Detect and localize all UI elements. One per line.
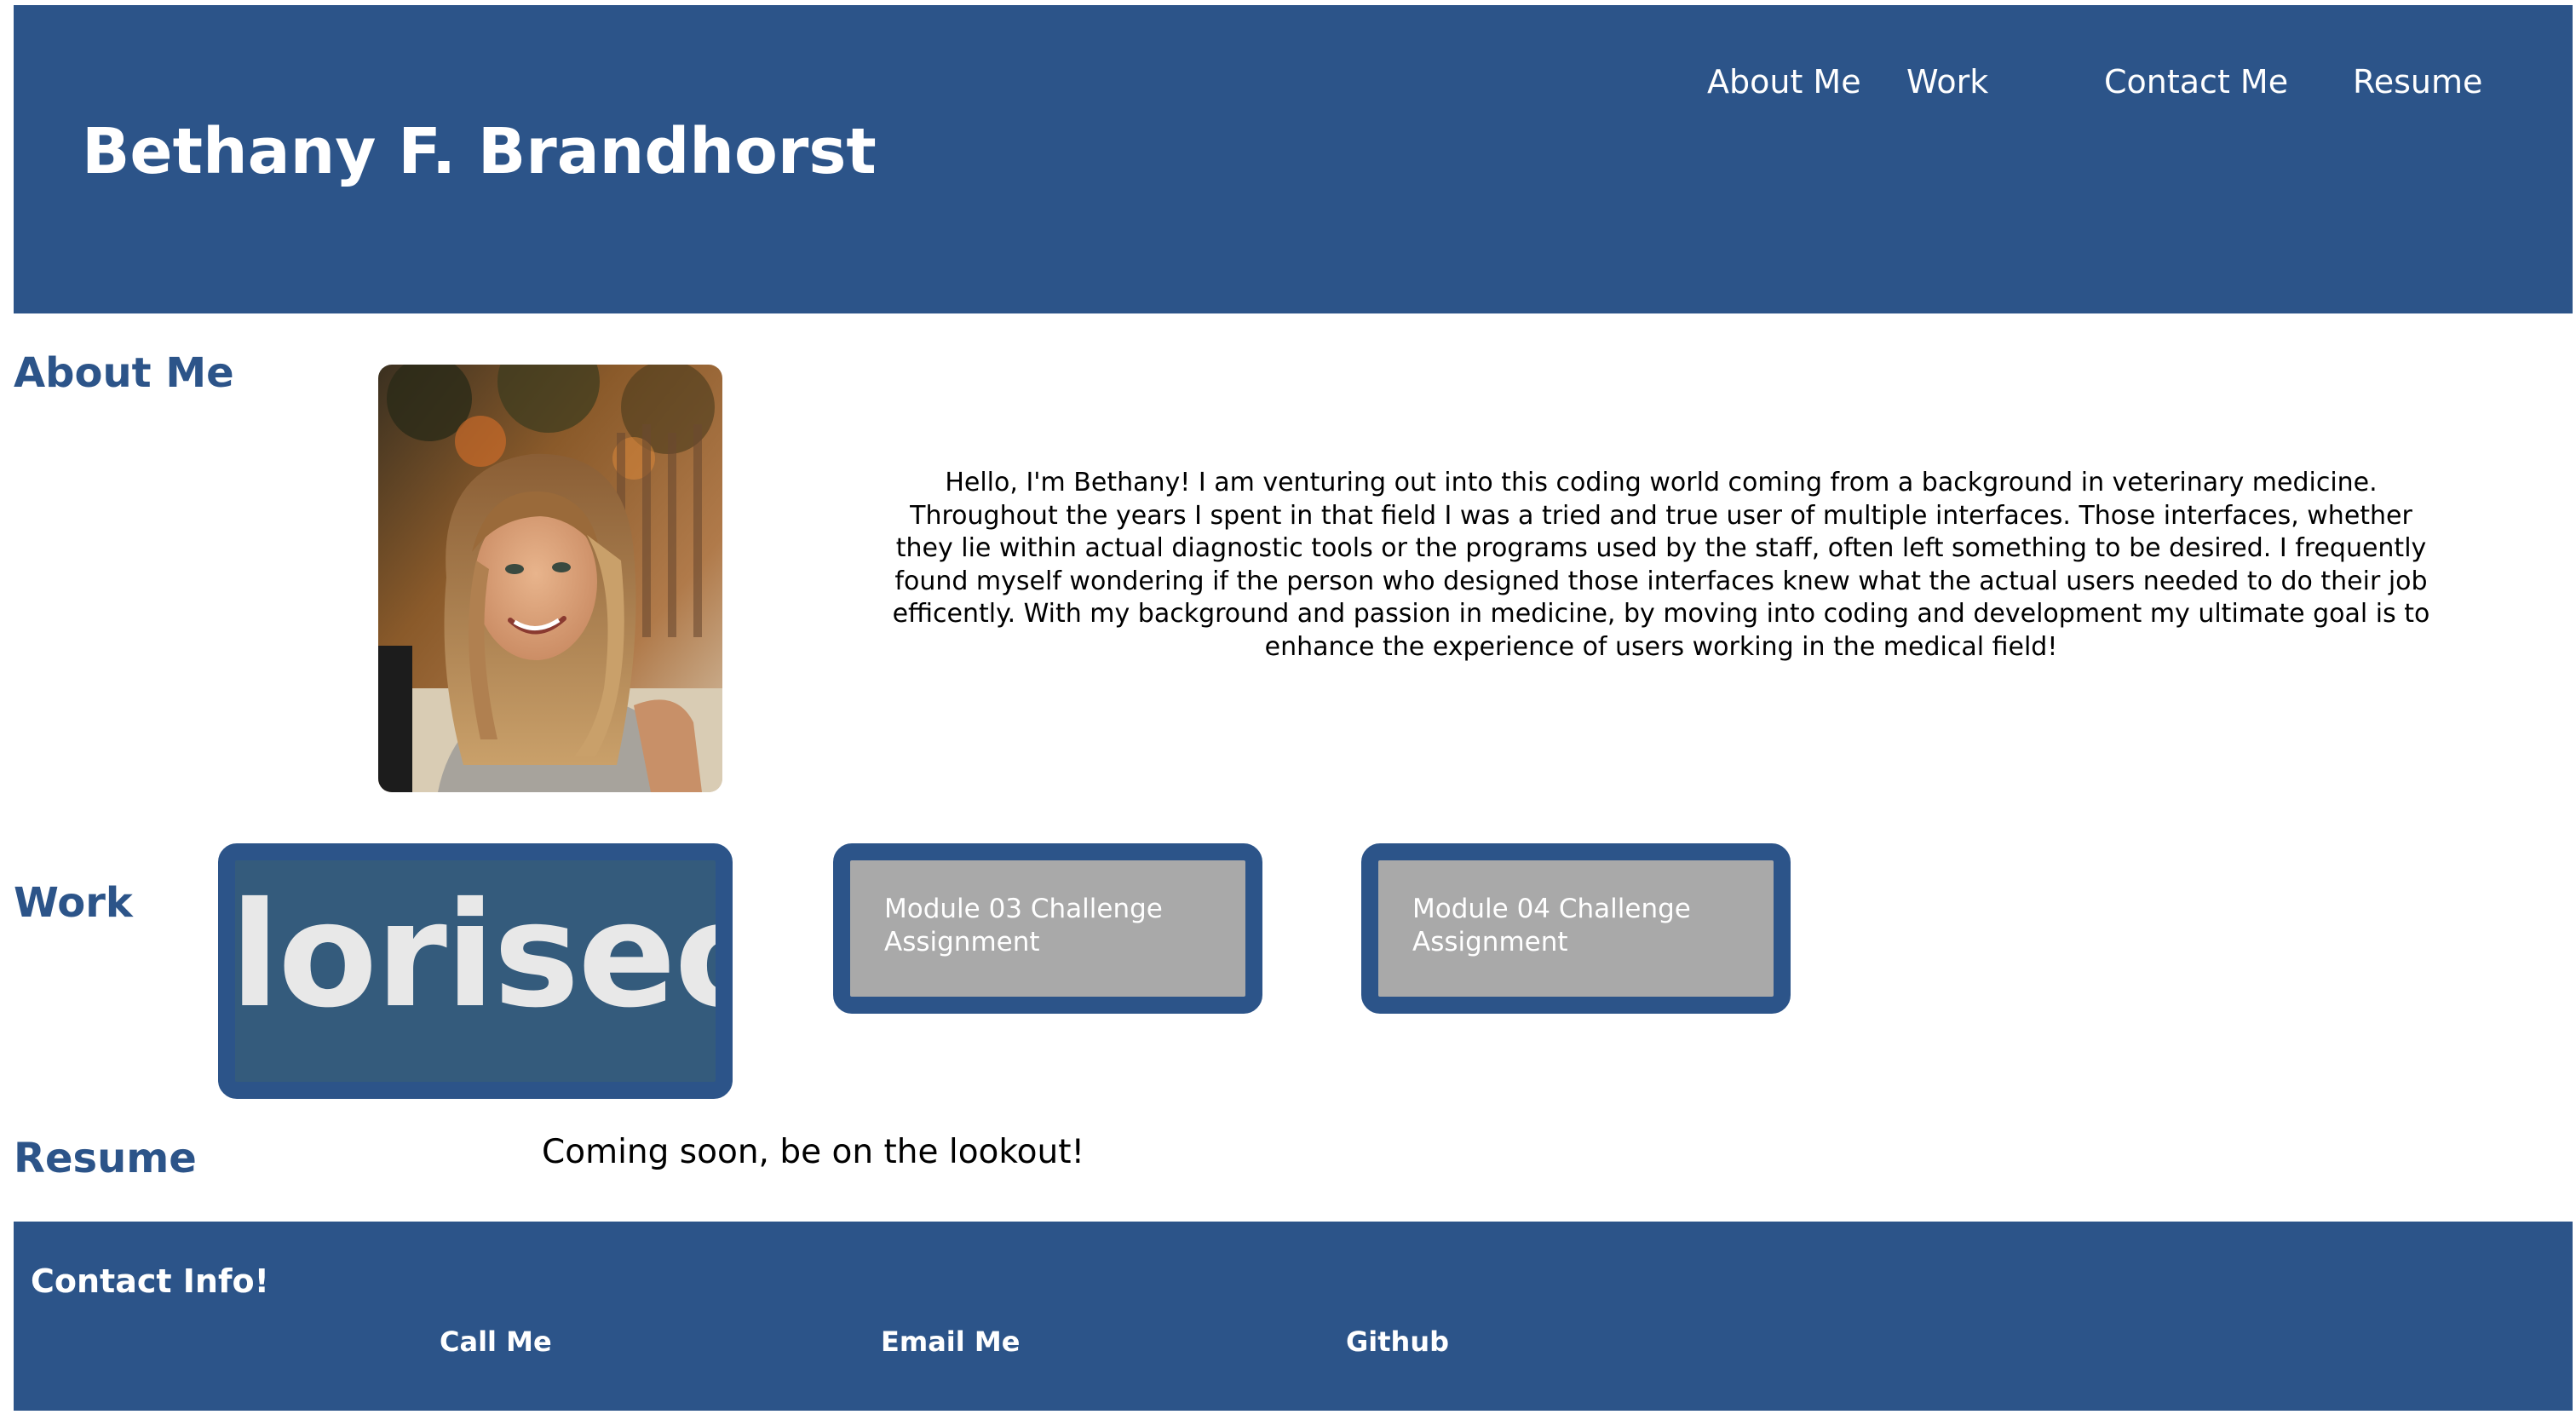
site-footer: Contact Info! Call Me Email Me Github bbox=[14, 1222, 2573, 1411]
about-me-text: Hello, I'm Bethany! I am venturing out i… bbox=[892, 468, 2430, 662]
project-card-module-03[interactable]: Module 03 Challenge Assignment bbox=[833, 843, 1262, 1014]
work-heading: Work bbox=[14, 879, 133, 927]
project-card-module-04[interactable]: Module 04 Challenge Assignment bbox=[1361, 843, 1791, 1014]
about-me-heading: About Me bbox=[14, 349, 234, 397]
site-title: Bethany F. Brandhorst bbox=[82, 115, 877, 188]
email-me-link[interactable]: Email Me bbox=[881, 1325, 1020, 1358]
project-card-label: Module 04 Challenge Assignment bbox=[1412, 894, 1691, 957]
nav-link-resume[interactable]: Resume bbox=[2353, 63, 2482, 102]
profile-photo bbox=[378, 365, 722, 792]
portfolio-page: Bethany F. Brandhorst About Me Work Cont… bbox=[0, 0, 2576, 1426]
nav-link-contact-me[interactable]: Contact Me bbox=[2104, 63, 2288, 102]
profile-photo-image bbox=[378, 365, 722, 792]
github-link[interactable]: Github bbox=[1346, 1325, 1449, 1358]
contact-info-heading: Contact Info! bbox=[31, 1262, 269, 1300]
nav-link-work[interactable]: Work bbox=[1906, 63, 1988, 102]
project-image-text: loriseo bbox=[230, 871, 733, 1040]
call-me-link[interactable]: Call Me bbox=[440, 1325, 552, 1358]
resume-heading: Resume bbox=[14, 1135, 197, 1182]
nav-link-about-me[interactable]: About Me bbox=[1707, 63, 1861, 102]
project-card-label: Module 03 Challenge Assignment bbox=[884, 894, 1163, 957]
resume-text: Coming soon, be on the lookout! bbox=[542, 1133, 1085, 1171]
project-card-loriseo[interactable]: loriseo bbox=[218, 843, 733, 1099]
site-header: Bethany F. Brandhorst About Me Work Cont… bbox=[14, 5, 2573, 313]
